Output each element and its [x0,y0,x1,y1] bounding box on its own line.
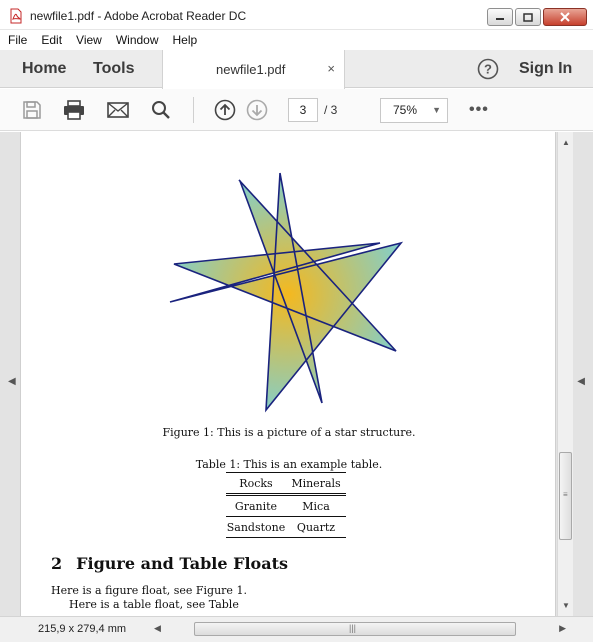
maximize-icon [523,12,533,22]
menu-edit[interactable]: Edit [41,33,62,47]
table-header-cell: Minerals [291,476,341,490]
zoom-value: 75% [393,103,418,117]
page-number-input[interactable]: 3 [288,98,318,122]
pdf-page: Figure 1: This is a picture of a star st… [20,132,556,616]
toolbar-separator [193,97,194,123]
page-up-icon[interactable] [213,98,237,122]
body-text-line: Here is a table float, see Table [69,598,239,611]
search-icon[interactable] [149,98,173,122]
tab-home[interactable]: Home [22,60,66,78]
scroll-left-icon[interactable]: ◀ [154,623,161,634]
zoom-select[interactable]: 75% ▼ [380,98,448,123]
scroll-right-icon[interactable]: ▶ [559,623,566,634]
more-tools-button[interactable]: ••• [469,101,489,119]
save-icon[interactable] [20,98,44,122]
table-row: Sandstone Quartz [226,517,346,537]
acrobat-pdf-icon [10,8,22,24]
window-title: newfile1.pdf - Adobe Acrobat Reader DC [30,9,247,23]
help-glyph: ? [484,62,492,77]
page-total: / 3 [324,103,338,117]
table-row: Granite Mica [226,496,346,516]
star-figure [169,172,404,413]
figure-caption: Figure 1: This is a picture of a star st… [162,426,416,439]
scroll-up-icon[interactable]: ▲ [562,138,570,147]
section-title: Figure and Table Floats [76,554,288,573]
menu-help[interactable]: Help [173,33,198,47]
table-cell: Granite [234,499,278,513]
maximize-button[interactable] [515,8,541,26]
section-heading: 2 Figure and Table Floats [51,554,302,573]
horizontal-scrollbar[interactable]: ◀ ||| ▶ [150,621,570,638]
menu-view[interactable]: View [76,33,102,47]
body-text-line: Here is a figure float, see Figure 1. [51,584,247,597]
chevron-down-icon: ▼ [432,105,441,115]
scroll-down-icon[interactable]: ▼ [562,601,570,610]
document-area: ◀ ◀ Figure 1: This is a picture of a sta… [0,132,593,616]
section-number: 2 [51,554,63,573]
toolbar: 3 / 3 75% ▼ ••• [0,89,593,131]
page-down-icon[interactable] [245,98,269,122]
status-bar: 215,9 x 279,4 mm ◀ ||| ▶ [0,616,593,642]
menu-window[interactable]: Window [116,33,159,47]
help-icon[interactable]: ? [477,58,499,80]
minimize-icon [496,18,504,20]
email-icon[interactable] [106,98,130,122]
vertical-scroll-thumb[interactable]: ≡ [559,452,572,540]
table-cell: Quartz [296,520,336,534]
left-panel-toggle-icon[interactable]: ◀ [8,376,16,387]
horizontal-scroll-thumb[interactable]: ||| [194,622,516,636]
grip-icon: ||| [349,623,357,633]
close-tab-icon[interactable]: × [327,61,335,76]
table-cell: Sandstone [226,520,286,534]
window-controls [487,8,587,26]
table-header-cell: Rocks [239,476,273,490]
menu-bar: File Edit View Window Help [0,30,593,50]
page-size-label: 215,9 x 279,4 mm [38,623,127,635]
table-caption: Table 1: This is an example table. [195,458,383,471]
table-header-row: Rocks Minerals [226,473,346,493]
tab-tools[interactable]: Tools [93,60,134,78]
table-cell: Mica [302,499,330,513]
menu-file[interactable]: File [8,33,27,47]
close-icon [560,12,570,22]
right-panel-toggle-icon[interactable]: ◀ [577,376,585,387]
close-window-button[interactable] [543,8,587,26]
title-bar: newfile1.pdf - Adobe Acrobat Reader DC [0,0,593,30]
print-icon[interactable] [62,98,86,122]
sign-in-button[interactable]: Sign In [519,60,572,78]
minimize-button[interactable] [487,8,513,26]
star-shape [169,172,404,413]
tab-bar: Home Tools newfile1.pdf × ? Sign In [0,50,593,89]
document-tab-label: newfile1.pdf [216,62,286,77]
grip-icon: ≡ [563,490,568,499]
tab-document[interactable]: newfile1.pdf × [162,50,345,89]
vertical-scrollbar[interactable]: ▲ ≡ ▼ [557,132,573,616]
example-table: Rocks Minerals Granite Mica Sandstone Qu… [226,472,346,538]
